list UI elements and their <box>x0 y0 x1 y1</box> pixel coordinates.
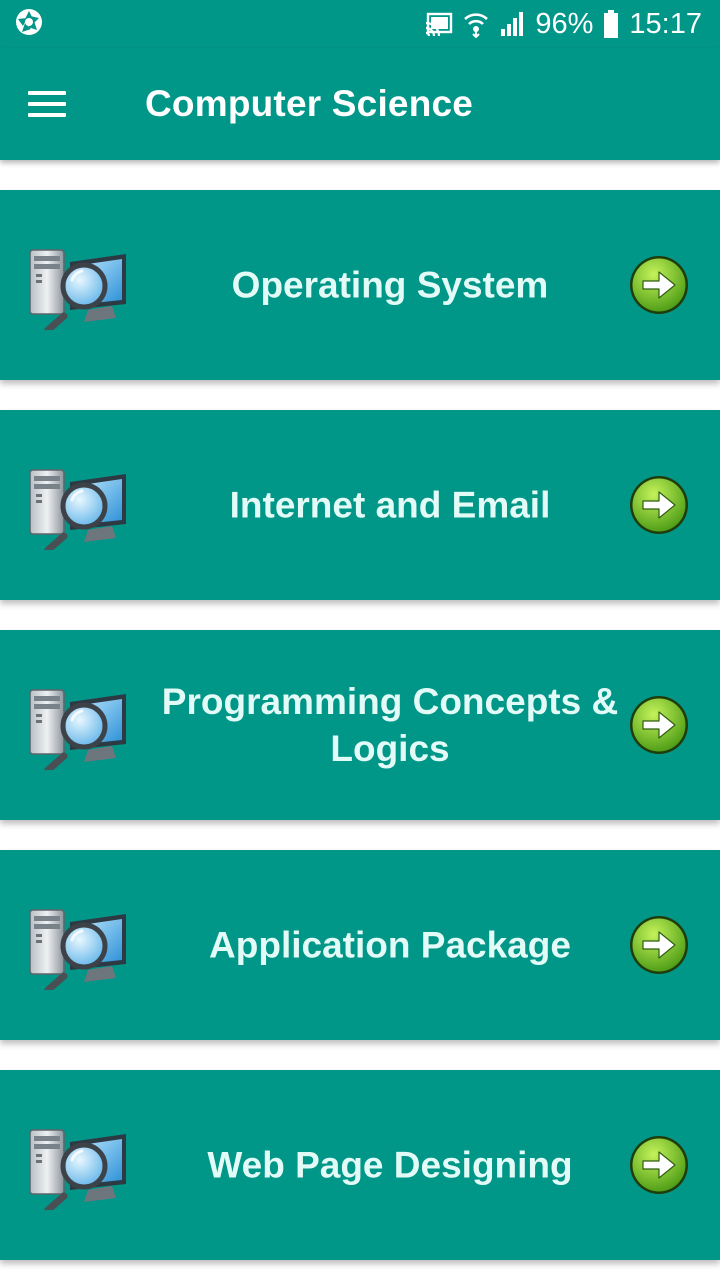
signal-icon <box>499 11 525 37</box>
camera-shutter-icon <box>14 7 44 42</box>
status-bar: 96% 15:17 <box>0 0 720 48</box>
app-bar: Computer Science <box>0 48 720 160</box>
arrow-right-icon[interactable] <box>628 694 690 756</box>
topic-label: Programming Concepts & Logics <box>161 681 619 769</box>
topic-label: Application Package <box>209 924 571 966</box>
clock: 15:17 <box>629 7 702 40</box>
arrow-right-icon[interactable] <box>628 914 690 976</box>
computer-search-icon <box>26 900 132 994</box>
arrow-right-icon[interactable] <box>628 474 690 536</box>
topic-label: Internet and Email <box>229 484 551 526</box>
topic-label: Operating System <box>231 264 549 306</box>
page-title: Computer Science <box>145 83 474 124</box>
battery-icon <box>603 10 619 38</box>
computer-search-icon <box>26 680 132 774</box>
wifi-icon <box>463 10 489 38</box>
battery-percent: 96% <box>535 7 594 40</box>
arrow-right-icon[interactable] <box>628 254 690 316</box>
cast-icon <box>425 12 453 36</box>
topic-card[interactable]: Programming Concepts & Logics <box>0 630 720 820</box>
topic-card[interactable]: Web Page Designing <box>0 1070 720 1260</box>
topic-label: Web Page Designing <box>207 1144 573 1186</box>
menu-button[interactable] <box>0 48 96 160</box>
topic-card[interactable]: Application Package <box>0 850 720 1040</box>
computer-search-icon <box>26 240 132 334</box>
computer-search-icon <box>26 1120 132 1214</box>
topic-card[interactable]: Internet and Email <box>0 410 720 600</box>
arrow-right-icon[interactable] <box>628 1134 690 1196</box>
computer-search-icon <box>26 460 132 554</box>
hamburger-menu-icon <box>28 84 66 124</box>
topic-card[interactable]: Operating System <box>0 190 720 380</box>
